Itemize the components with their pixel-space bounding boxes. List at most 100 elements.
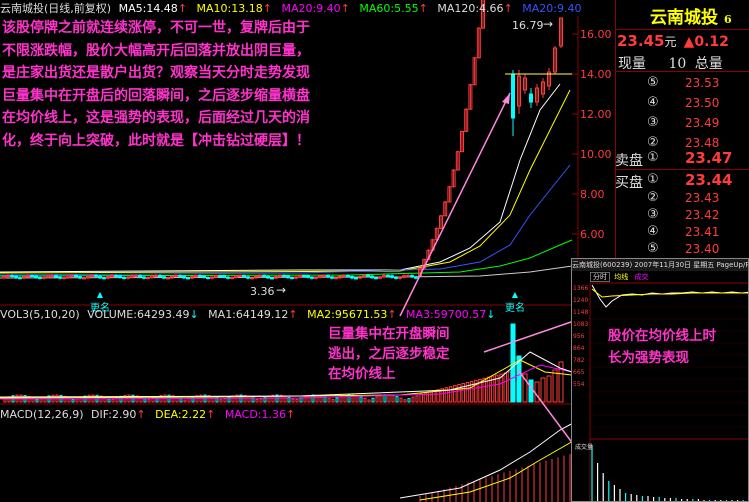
volume-bar bbox=[143, 398, 147, 403]
candle-body bbox=[70, 274, 74, 277]
price-tick: 14.00 bbox=[580, 68, 612, 81]
annotation-line: 长为强势表现 bbox=[608, 350, 689, 366]
annotation-line: 巨量集中在开盘瞬间 bbox=[328, 326, 450, 342]
ma20-line bbox=[0, 164, 571, 276]
inset-chart bbox=[589, 282, 748, 501]
candle-body bbox=[222, 275, 226, 278]
candle-body bbox=[10, 274, 14, 277]
inset-tick: 1148 bbox=[573, 309, 589, 316]
annotation-line: 逃出，之后逐步稳定 bbox=[328, 346, 450, 362]
candle-body bbox=[374, 277, 378, 280]
annotation-line: 在均价线上，这是强势的表现，后面经过几天的消 bbox=[2, 110, 310, 126]
candle-body bbox=[242, 274, 246, 278]
candle-body bbox=[18, 277, 22, 280]
candle-body bbox=[270, 277, 274, 280]
candle-body bbox=[146, 277, 150, 280]
volume-bar bbox=[111, 398, 115, 403]
volume-bar bbox=[71, 398, 75, 403]
candle-body bbox=[346, 274, 350, 277]
volume-bar bbox=[139, 396, 143, 403]
volume-bar bbox=[403, 399, 407, 403]
inset-tick: 956 bbox=[573, 333, 585, 340]
price-tick: 16.00 bbox=[580, 28, 612, 41]
price-tick: 6.00 bbox=[580, 228, 605, 241]
volume-bar bbox=[303, 395, 307, 403]
price-tick: 10.00 bbox=[580, 148, 612, 161]
volume-bar bbox=[103, 396, 107, 403]
volume-bar bbox=[327, 398, 331, 403]
candle-body bbox=[74, 274, 78, 278]
annotation-line: 该股停牌之前就连续涨停，不可一世，复牌后由于 bbox=[2, 20, 310, 36]
candle-body bbox=[182, 275, 186, 279]
candle-body bbox=[414, 276, 418, 279]
candle-body bbox=[58, 276, 62, 279]
annotation-top: 该股停牌之前就连续涨停，不可一世，复牌后由于 不限涨跌幅，股价大幅高开后回落并放… bbox=[2, 17, 310, 152]
inset-price-axis: 1366 1240 1148 1083 956 864 782 665 554 bbox=[573, 283, 588, 391]
candle-body bbox=[134, 275, 138, 278]
candle-body bbox=[102, 277, 106, 280]
sell-level-4: ④ 23.50 bbox=[647, 95, 720, 110]
volume-row: 现量 10 总量 bbox=[615, 53, 749, 73]
inset-tick: 1083 bbox=[573, 321, 589, 328]
macd-indicator-label: MACD(12,26,9) bbox=[0, 408, 84, 421]
triangle-up-icon: ▲ bbox=[511, 290, 519, 299]
candle-body bbox=[246, 276, 250, 279]
candle-body bbox=[186, 277, 190, 280]
candle-body bbox=[230, 276, 234, 279]
volume-ma1: MA1:64149.12 bbox=[208, 308, 289, 321]
candle-body bbox=[286, 275, 290, 279]
volume-bar bbox=[411, 396, 415, 403]
candle-body bbox=[226, 276, 230, 279]
candle-body bbox=[354, 277, 358, 280]
current-price: 23.45 bbox=[617, 32, 665, 50]
low-arrow-icon: → bbox=[276, 283, 287, 297]
arrowhead-icon bbox=[502, 93, 510, 104]
candle-body bbox=[350, 275, 354, 279]
volume-bar bbox=[540, 377, 546, 403]
candle-body bbox=[529, 93, 533, 103]
candle-body bbox=[302, 275, 306, 278]
low-price-label: 3.36 bbox=[250, 285, 275, 298]
volume-bar bbox=[363, 397, 367, 403]
candle-body bbox=[178, 274, 182, 277]
dea-value: DEA:2.22 bbox=[155, 408, 207, 421]
volume-bar bbox=[379, 395, 383, 403]
candle-body bbox=[154, 274, 158, 277]
intraday-inset[interactable]: 云南城投(600239) 2007年11月30日 星期五 PageUp/Page… bbox=[571, 258, 749, 502]
ma-extra-value: MA20:9.40 bbox=[522, 2, 582, 15]
candle-body bbox=[218, 275, 222, 278]
candle-body bbox=[394, 276, 398, 279]
volume-bars bbox=[0, 323, 573, 403]
candle-body bbox=[118, 275, 122, 278]
volume-bar bbox=[367, 399, 371, 403]
candle-body bbox=[342, 274, 346, 277]
candle-body bbox=[266, 275, 270, 279]
volume-bar bbox=[375, 396, 379, 403]
quote-price-row: 23.45元 ▲0.12 bbox=[617, 31, 729, 50]
candle-body bbox=[410, 275, 414, 278]
candle-body bbox=[290, 277, 294, 280]
candle-body bbox=[94, 274, 98, 277]
candle-body bbox=[90, 274, 94, 277]
candle-body bbox=[282, 274, 286, 277]
annotation-middle: 巨量集中在开盘瞬间 逃出，之后逐步稳定 在均价线上 bbox=[328, 324, 450, 384]
price-chart-header: 云南城投(日线,前复权) MA5:14.48↑ MA10:13.18↑ MA20… bbox=[0, 2, 582, 15]
sell-level-5: ⑤ 23.53 bbox=[647, 75, 720, 90]
volume-ma3: MA3:59700.57 bbox=[406, 308, 487, 321]
volume-bar bbox=[387, 394, 391, 403]
volume-ma-line bbox=[0, 359, 573, 399]
volume-bar bbox=[247, 395, 251, 403]
volume-bar bbox=[448, 386, 453, 403]
inset-tick: 864 bbox=[573, 345, 585, 352]
volume-bar bbox=[427, 391, 432, 403]
volume-ma2: MA2:95671.53 bbox=[307, 308, 388, 321]
volume-bar bbox=[219, 399, 223, 403]
candle-body bbox=[42, 276, 46, 279]
volume-bar bbox=[507, 371, 512, 403]
candle-body bbox=[370, 275, 374, 279]
candle-body bbox=[310, 276, 314, 279]
candle-body bbox=[50, 275, 54, 278]
price-tick: 12.00 bbox=[580, 108, 612, 121]
volume-bar bbox=[323, 396, 327, 403]
annotation-line: 在均价线上 bbox=[328, 366, 396, 382]
